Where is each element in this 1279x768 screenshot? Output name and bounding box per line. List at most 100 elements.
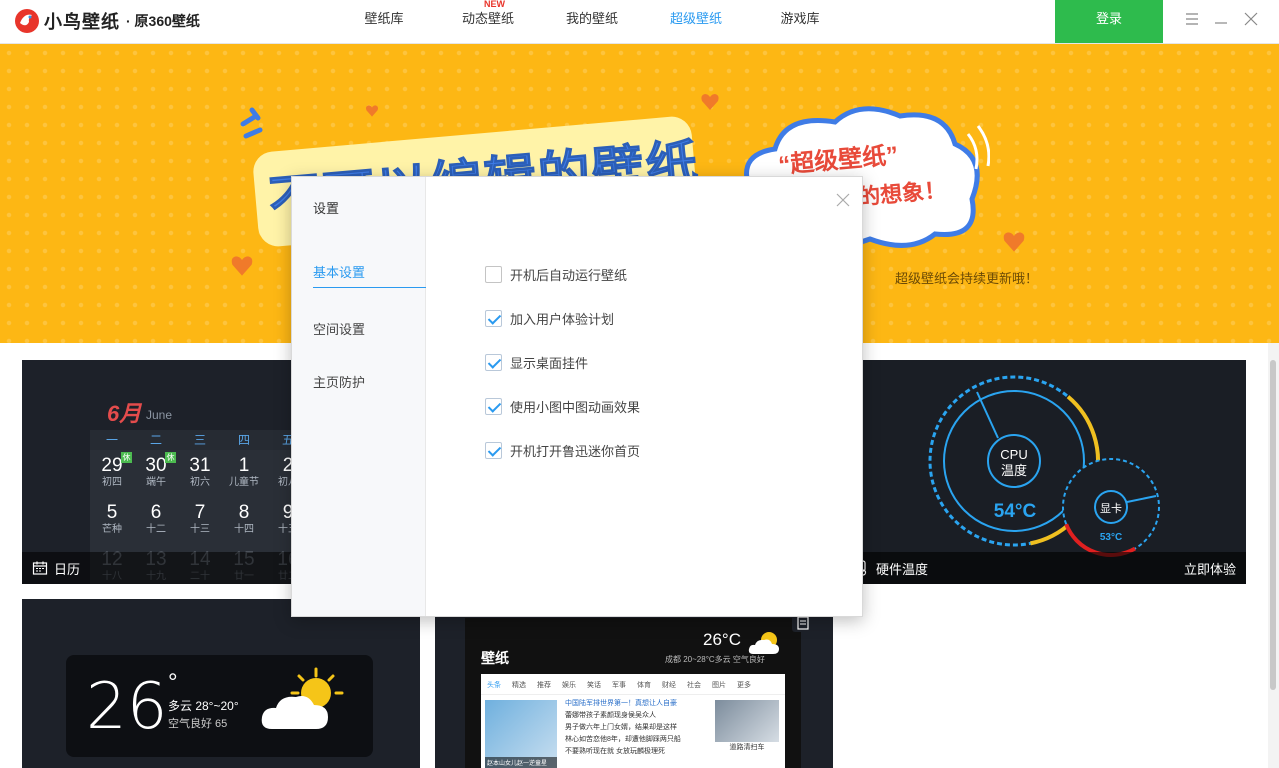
cpu-label: CPU 温度 [988,447,1040,479]
weather-widget: 26 ° 多云 28°~20° 空气良好 65 [66,655,373,757]
option-label: 开机后自动运行壁纸 [510,267,628,283]
news-tab: 笑话 [587,682,601,689]
checkbox[interactable] [485,441,502,459]
weather-degree: ° [168,669,178,696]
calendar-icon [32,561,48,575]
option-desktop-widget[interactable]: 显示桌面挂件 [485,353,588,371]
heart-icon [366,105,378,117]
news-tab: 财经 [662,682,676,689]
news-line: 蕾娜带孩子素颜现身侯吴众人 [565,712,656,719]
settings-tab-basic[interactable]: 基本设置 [313,262,426,288]
cloudy-sun-icon [748,632,779,654]
gpu-temp: 53°C [1099,532,1123,543]
dialog-title: 设置 [313,201,340,216]
app-name: 小鸟壁纸 [44,12,120,32]
news-temp: 26°C [703,630,741,649]
weekday-label: 三 [193,433,206,447]
settings-tab-space[interactable]: 空间设置 [313,319,426,345]
option-label: 使用小图中图动画效果 [510,399,641,415]
cpu-label-line2: 温度 [1000,463,1027,478]
news-tab: 军事 [612,682,626,689]
settings-sidebar: 设置 基本设置 空间设置 主页防护 [292,177,426,616]
calendar-day: 8 十四 [234,502,254,536]
cpu-label-line1: CPU [1000,447,1028,462]
weather-temp: 26 [86,670,168,744]
option-label: 开机打开鲁迅迷你首页 [510,443,641,459]
scrollbar-thumb[interactable] [1270,360,1276,690]
checkbox[interactable] [485,353,502,371]
nav-my-wallpaper[interactable]: 我的壁纸 [540,0,644,44]
settings-tab-homepage-protect[interactable]: 主页防护 [313,372,426,398]
calendar-day: 1 儿童节 [229,455,259,489]
option-label: 显示桌面挂件 [510,355,589,371]
checkbox[interactable] [485,309,502,327]
hardware-gauges [928,375,1160,557]
weather-tile[interactable]: 26 ° 多云 28°~20° 空气良好 65 [22,599,420,768]
news-side-caption: 道路清扫车 [729,744,765,751]
hardware-tile-label: 硬件温度 [876,561,929,577]
heart-icon [231,256,253,276]
option-pip-animation[interactable]: 使用小图中图动画效果 [485,397,640,415]
weekday-label: 一 [105,433,118,447]
app-header: 小鸟壁纸 · 原360壁纸 壁纸库 动态壁纸 NEW 我的壁纸 超级壁纸 游戏库… [0,0,1279,44]
weekday-label: 二 [149,433,162,447]
news-tile[interactable]: 壁纸 26°C 成都 20~28°C多云 空气良好 头条 精选 推荐 娱乐 笑话… [435,614,833,768]
calendar-day: 5 芒种 [102,502,122,536]
holiday-tag: 休 [121,452,132,463]
calendar-weekdays: 一 二 三 四 五 [90,430,312,450]
settings-dialog: 设置 基本设置 空间设置 主页防护 开机后自动运行壁纸 加入用户体验计划 显示桌… [291,176,863,617]
news-line: 男子做六年上门女婿，结果却是这样 [565,724,677,731]
login-button[interactable]: 登录 [1055,0,1163,43]
news-tab: 更多 [737,682,751,689]
heart-icon [701,94,719,110]
news-body: 头条 精选 推荐 娱乐 笑话 军事 体育 财经 社会 图片 更多 赵本山女儿赵一… [481,674,785,768]
calendar-month: 6月 [107,401,142,426]
nav-dynamic-wallpaper[interactable]: 动态壁纸 NEW [436,0,540,44]
nav-wallpaper-library[interactable]: 壁纸库 [332,0,436,44]
calendar-row: 29 初四休 30 端午休 31 初六 1 儿童节 2 初八 [90,450,312,497]
hardware-tile-bar: 硬件温度 立即体验 [846,552,1246,584]
minimize-icon[interactable] [1212,10,1230,28]
news-headline: 中国陆军排世界第一！真想让人自豪 [565,700,677,707]
news-header: 壁纸 26°C 成都 20~28°C多云 空气良好 [465,618,801,672]
weather-aqi: 空气良好 65 [168,718,228,730]
dialog-close-icon[interactable] [836,193,850,207]
holiday-tag: 休 [165,452,176,463]
heart-icon [1003,232,1025,252]
burst-icon [240,107,263,139]
new-badge: NEW [484,0,505,9]
cpu-temp: 54°C [993,501,1037,522]
menu-icon[interactable] [1183,10,1201,28]
main-nav: 壁纸库 动态壁纸 NEW 我的壁纸 超级壁纸 游戏库 [332,0,852,44]
news-logo: 壁纸 [481,650,509,666]
weather-desc: 多云 28°~20° [168,699,239,713]
calendar-day: 7 十三 [190,502,210,536]
news-photo-caption: 赵本山女儿赵一逆童星 [485,757,557,768]
option-autostart[interactable]: 开机后自动运行壁纸 [485,265,627,283]
news-widget: 壁纸 26°C 成都 20~28°C多云 空气良好 头条 精选 推荐 娱乐 笑话… [465,618,801,768]
try-now-link[interactable]: 立即体验 [1184,559,1236,578]
checkbox[interactable] [485,265,502,283]
close-icon[interactable] [1242,10,1260,28]
nav-super-wallpaper[interactable]: 超级壁纸 [644,0,748,44]
option-open-homepage[interactable]: 开机打开鲁迅迷你首页 [485,441,640,459]
option-label: 加入用户体验计划 [510,311,615,327]
news-tab: 体育 [637,682,651,689]
news-tab: 社会 [687,682,701,689]
bird-logo-icon [15,9,39,33]
calendar-month-en: June [146,408,173,422]
hardware-temp-tile[interactable]: CPU 温度 54°C 显卡 53°C 硬件温度 立即体验 [846,360,1246,584]
banner-note: 超级壁纸会持续更新哦！ [895,271,1039,286]
option-ux-program[interactable]: 加入用户体验计划 [485,309,614,327]
calendar-day: 31 初六 [189,455,211,489]
news-side-photo [715,700,779,742]
cloudy-sun-icon [261,667,344,729]
calendar-day: 29 初四休 [101,452,132,488]
news-tab: 精选 [512,682,526,689]
news-tab: 头条 [487,682,501,689]
gpu-label: 显卡 [1100,503,1122,515]
checkbox[interactable] [485,397,502,415]
weekday-label: 四 [237,433,250,447]
news-line: 林心如苦恋他8年，却遭他脚踩两只船 [565,736,681,743]
nav-game-library[interactable]: 游戏库 [748,0,852,44]
